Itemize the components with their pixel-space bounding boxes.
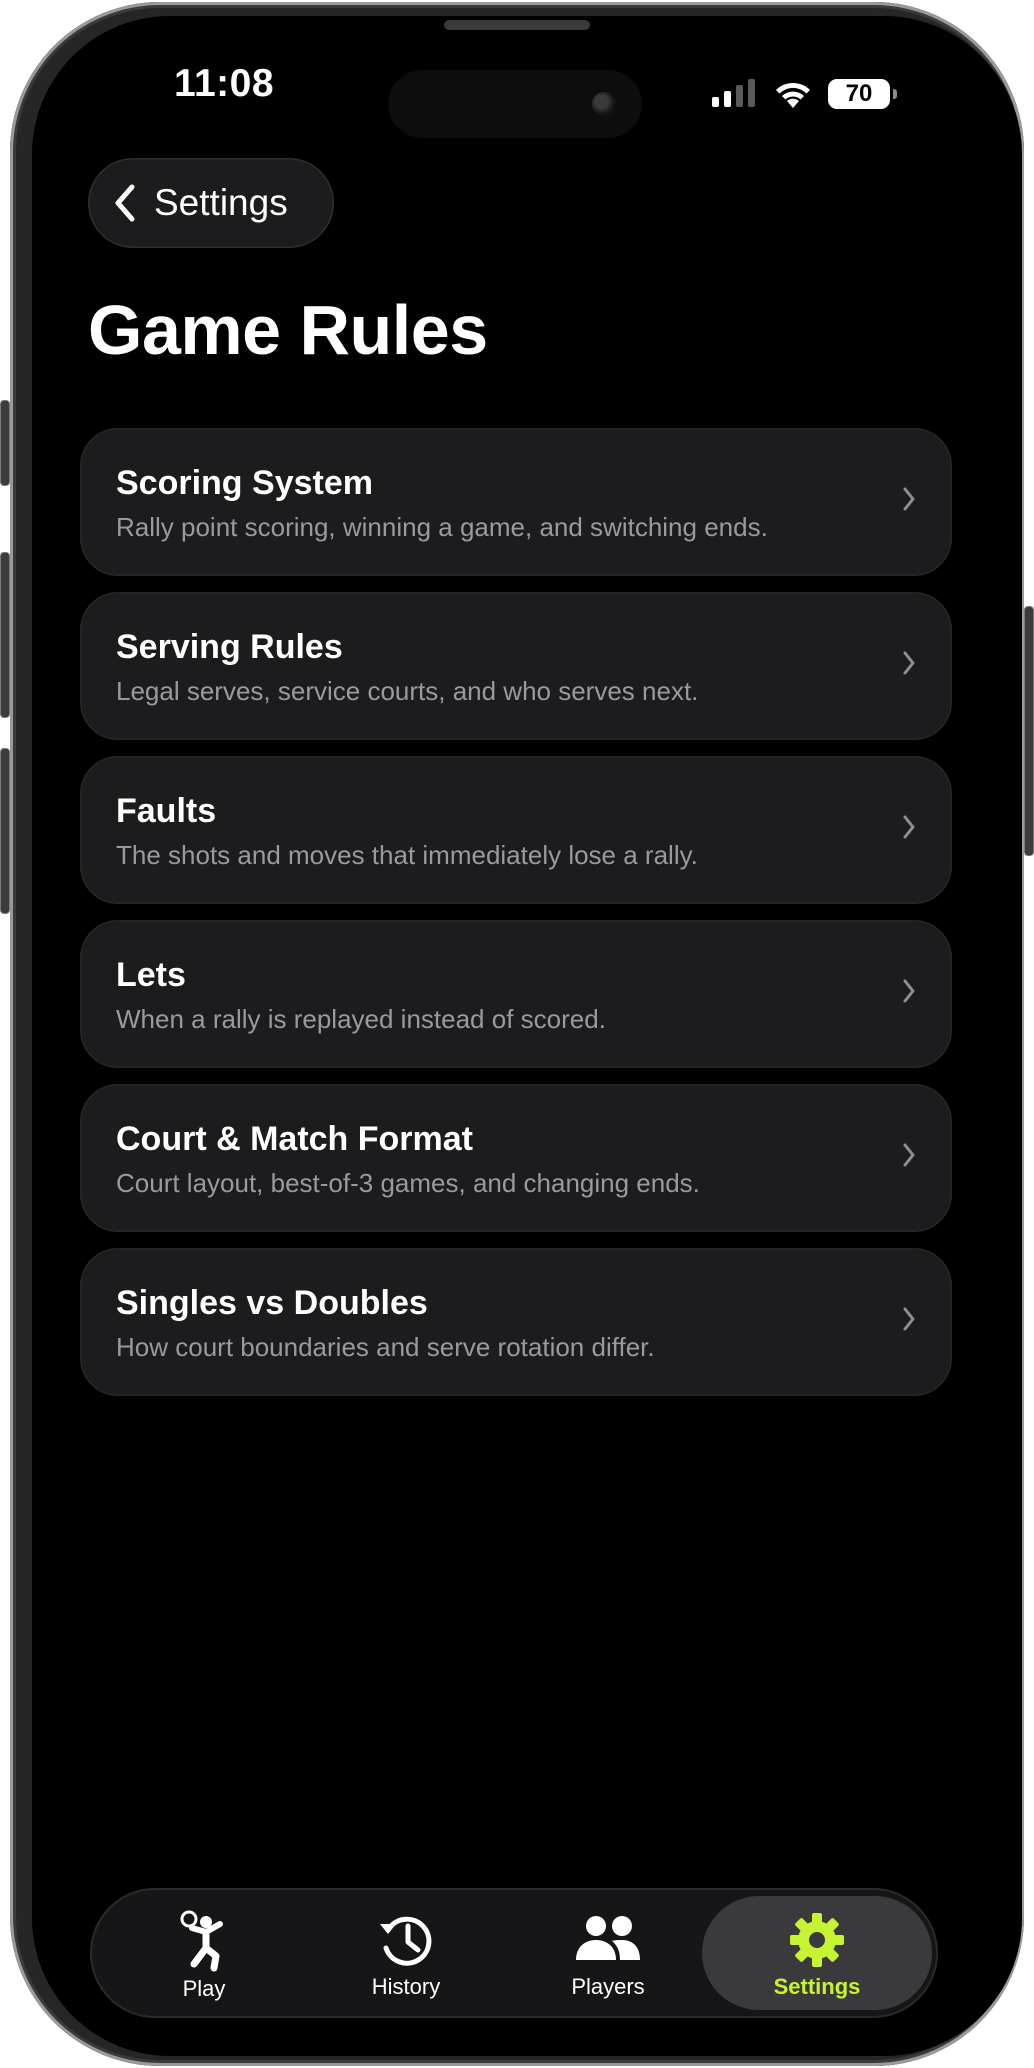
tab-play[interactable]: Play <box>104 1896 304 2010</box>
chevron-right-icon <box>903 1307 915 1331</box>
status-icons: 70 <box>710 76 897 112</box>
rule-description: Rally point scoring, winning a game, and… <box>116 512 768 542</box>
rule-item-court-match-format[interactable]: Court & Match Format Court layout, best-… <box>80 1084 952 1232</box>
gear-icon <box>790 1913 844 1967</box>
back-button[interactable]: Settings <box>88 158 334 248</box>
camera-icon <box>592 92 616 116</box>
page-title: Game Rules <box>88 291 488 369</box>
rule-title: Scoring System <box>116 464 373 502</box>
rule-title: Faults <box>116 792 217 830</box>
rule-description: When a rally is replayed instead of scor… <box>116 1004 606 1034</box>
chevron-right-icon <box>903 979 915 1003</box>
tab-label: Play <box>182 1976 226 2001</box>
battery-level: 70 <box>845 80 873 107</box>
tab-label: Players <box>571 1974 645 1999</box>
status-time: 11:08 <box>173 62 275 105</box>
volume-up-button <box>0 552 10 718</box>
action-button <box>0 400 10 486</box>
chevron-right-icon <box>903 815 915 839</box>
battery-indicator: 70 <box>828 79 897 109</box>
rule-description: The shots and moves that immediately los… <box>116 840 698 870</box>
rules-list: Scoring System Rally point scoring, winn… <box>80 428 952 1412</box>
rule-item-scoring-system[interactable]: Scoring System Rally point scoring, winn… <box>80 428 952 576</box>
rule-description: Legal serves, service courts, and who se… <box>116 676 699 706</box>
tab-label: History <box>371 1974 441 1999</box>
rule-description: How court boundaries and serve rotation … <box>116 1332 655 1362</box>
rule-title: Lets <box>116 956 186 994</box>
chevron-left-icon <box>115 184 135 222</box>
chevron-right-icon <box>903 487 915 511</box>
people-icon <box>576 1916 640 1960</box>
wifi-icon <box>776 82 810 108</box>
tab-label: Settings <box>773 1974 861 1999</box>
volume-down-button <box>0 748 10 914</box>
signal-icon <box>712 79 755 107</box>
tab-players[interactable]: Players <box>508 1896 708 2010</box>
rule-title: Singles vs Doubles <box>116 1284 428 1322</box>
power-button <box>1024 606 1034 856</box>
rule-item-lets[interactable]: Lets When a rally is replayed instead of… <box>80 920 952 1068</box>
chevron-right-icon <box>903 1143 915 1167</box>
rule-title: Court & Match Format <box>116 1120 473 1158</box>
rule-description: Court layout, best-of-3 games, and chang… <box>116 1168 700 1198</box>
tab-history[interactable]: History <box>306 1896 506 2010</box>
back-label: Settings <box>154 182 288 223</box>
battery-nub <box>893 89 897 99</box>
tab-bar: Play History Players Settings <box>90 1888 938 2018</box>
rule-title: Serving Rules <box>116 628 343 666</box>
rule-item-serving-rules[interactable]: Serving Rules Legal serves, service cour… <box>80 592 952 740</box>
speaker-grille <box>444 20 590 30</box>
player-icon <box>180 1910 223 1972</box>
history-icon <box>380 1916 432 1966</box>
rule-item-faults[interactable]: Faults The shots and moves that immediat… <box>80 756 952 904</box>
chevron-right-icon <box>903 651 915 675</box>
tab-settings[interactable]: Settings <box>702 1896 932 2010</box>
rule-item-singles-vs-doubles[interactable]: Singles vs Doubles How court boundaries … <box>80 1248 952 1396</box>
